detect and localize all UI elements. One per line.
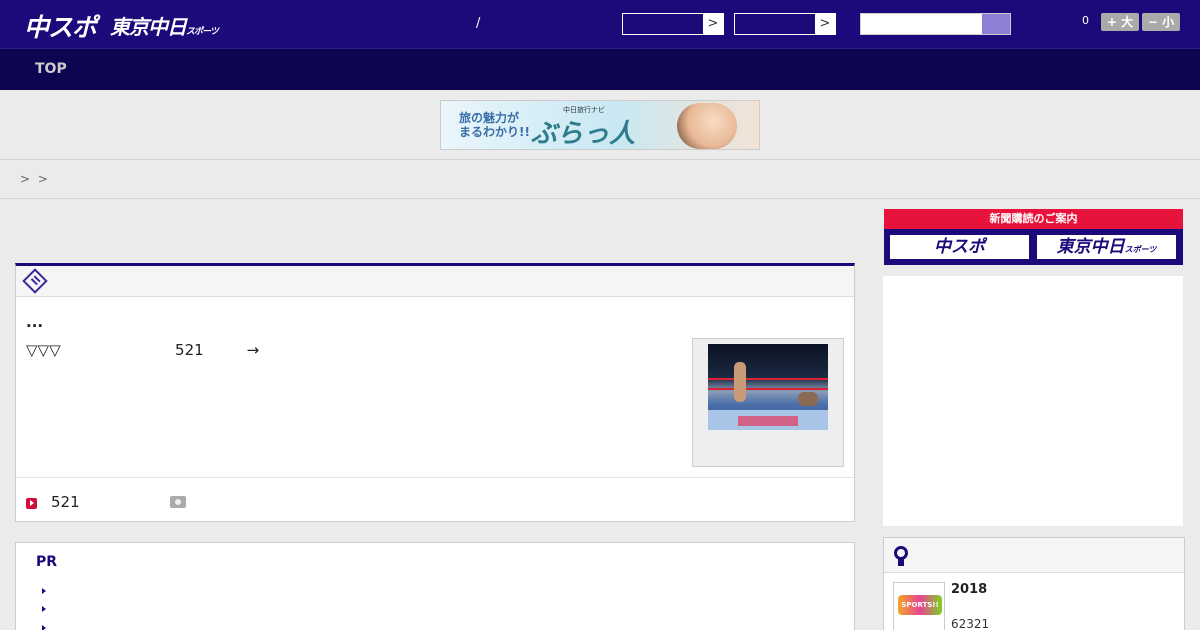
banner-line-1: 旅の魅力が bbox=[459, 111, 520, 125]
subscribe-chuspo-button[interactable]: 中スポ bbox=[888, 233, 1031, 261]
chevron-right-icon: > bbox=[703, 14, 723, 34]
font-increase-button[interactable]: + 大 bbox=[1101, 13, 1139, 31]
ranking-thumbnail[interactable]: SPORTS!! bbox=[893, 582, 945, 630]
ranking-thumb-logo: SPORTS!! bbox=[898, 595, 942, 615]
banner-tagline: 旅の魅力が まるわかり!! bbox=[459, 111, 530, 139]
search-input[interactable] bbox=[860, 13, 1011, 35]
banner-row: 旅の魅力が まるわかり!! 中日旅行ナビ ぶらっ人 bbox=[0, 90, 1200, 160]
sidebar-ad bbox=[883, 276, 1183, 526]
subscribe-tokyo-chunichi-button[interactable]: 東京中日スポーツ bbox=[1035, 233, 1178, 261]
news-icon bbox=[22, 268, 48, 294]
ranking-year[interactable]: 2018 bbox=[951, 582, 987, 597]
breadcrumb-divider bbox=[0, 198, 1200, 199]
article-description: ▽▽▽ 521 → bbox=[26, 341, 259, 359]
chuspo-logo[interactable]: 中スポ bbox=[24, 8, 97, 44]
header-separator: / bbox=[476, 16, 481, 31]
font-decrease-button[interactable]: − 小 bbox=[1142, 13, 1180, 31]
font-size-indicator: 0 bbox=[1082, 14, 1089, 27]
category-select-2[interactable]: > bbox=[734, 13, 836, 35]
banner-line-2: まるわかり!! bbox=[459, 125, 530, 139]
pr-bullet-icon[interactable] bbox=[42, 606, 46, 612]
banner-model-image bbox=[677, 103, 737, 149]
search-button[interactable] bbox=[982, 14, 1010, 34]
ring-rope bbox=[708, 378, 828, 380]
pr-bullet-icon[interactable] bbox=[42, 588, 46, 594]
tokyo-logo-text: 東京中日 bbox=[110, 15, 187, 39]
article-title[interactable]: ... bbox=[26, 313, 43, 331]
video-icon[interactable] bbox=[26, 498, 37, 509]
article-foot-count: 521 bbox=[51, 493, 80, 511]
ring-rope bbox=[708, 388, 828, 390]
site-header: 中スポ 東京中日スポーツ / > > 0 + 大 − 小 bbox=[0, 0, 1200, 48]
ranking-box: SPORTS!! 2018 62321 bbox=[883, 537, 1185, 630]
article-card: ... ▽▽▽ 521 → 521 bbox=[15, 263, 855, 522]
desc-symbols: ▽▽▽ bbox=[26, 341, 61, 359]
subscription-heading: 新聞購読のご案内 bbox=[884, 209, 1183, 229]
desc-arrow[interactable]: → bbox=[247, 341, 260, 359]
fighter-standing bbox=[734, 362, 746, 402]
subscribe-btn2-small: スポーツ bbox=[1124, 245, 1157, 254]
ad-banner[interactable]: 旅の魅力が まるわかり!! 中日旅行ナビ ぶらっ人 bbox=[440, 100, 760, 150]
global-nav: TOP bbox=[0, 48, 1200, 90]
pr-bullet-icon[interactable] bbox=[42, 625, 46, 630]
ranking-header bbox=[884, 538, 1184, 573]
canvas-logo bbox=[738, 416, 798, 426]
tokyo-logo-small: スポーツ bbox=[186, 27, 219, 37]
ranking-number: 62321 bbox=[951, 617, 990, 630]
ribbon-icon bbox=[894, 546, 908, 566]
pr-title: PR bbox=[36, 554, 58, 570]
boxing-photo bbox=[708, 344, 828, 430]
article-card-header bbox=[16, 266, 854, 297]
chevron-right-icon: > bbox=[815, 14, 835, 34]
camera-icon[interactable] bbox=[170, 496, 186, 508]
card-divider bbox=[16, 477, 854, 478]
subscribe-btn2-text: 東京中日 bbox=[1056, 237, 1125, 257]
tokyo-chunichi-logo[interactable]: 東京中日スポーツ bbox=[110, 11, 219, 40]
pr-section: PR bbox=[15, 542, 855, 630]
subscription-box: 新聞購読のご案内 中スポ 東京中日スポーツ bbox=[884, 209, 1183, 265]
breadcrumb: > > bbox=[20, 172, 50, 186]
desc-count: 521 bbox=[175, 341, 204, 359]
banner-brand: ぶらっ人 bbox=[531, 119, 636, 149]
fighter-down bbox=[798, 392, 818, 406]
article-photo-frame[interactable] bbox=[692, 338, 844, 467]
category-select-1[interactable]: > bbox=[622, 13, 724, 35]
nav-item-top[interactable]: TOP bbox=[35, 61, 67, 77]
